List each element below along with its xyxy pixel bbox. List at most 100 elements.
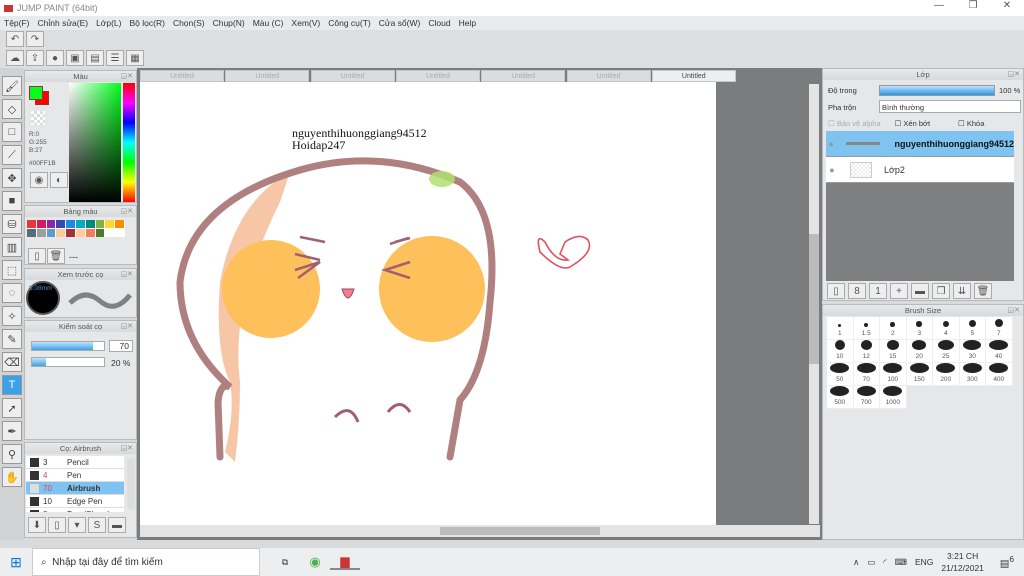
brush-size-option[interactable]: 50 [827, 363, 854, 386]
close-button[interactable]: ✕ [990, 0, 1024, 11]
blend-mode-select[interactable]: Bình thường [879, 100, 1021, 113]
color-swatch[interactable] [75, 220, 85, 228]
text-icon[interactable]: T [2, 375, 22, 395]
brush-size-option[interactable]: 400 [986, 363, 1013, 386]
windows-start-icon[interactable]: ⊞ [0, 554, 32, 571]
minimize-button[interactable]: — [922, 0, 956, 11]
brush-size-option[interactable]: 20 [906, 340, 933, 363]
brush-size-option[interactable]: 500 [827, 386, 854, 409]
color-swatch[interactable] [95, 220, 105, 228]
layer-row[interactable]: ● nguyenthihuonggiang94512 [826, 131, 1014, 157]
brush-size-option[interactable]: 70 [853, 363, 880, 386]
new-swatch-button[interactable]: ▯ [28, 248, 46, 264]
battery-icon[interactable]: ▭ [867, 557, 875, 568]
layer-row[interactable]: ● Lớp2 [826, 157, 1014, 183]
folder-icon[interactable]: ▬ [911, 283, 929, 299]
brush-item[interactable]: 70 Airbrush [26, 482, 124, 495]
menu-item[interactable]: Cửa sổ(W) [379, 18, 421, 28]
wifi-icon[interactable]: ◜ [883, 557, 886, 568]
brush-item[interactable]: 10 Edge Pen [26, 495, 124, 508]
palette-icon[interactable]: ◉ [30, 172, 48, 188]
brush-item[interactable]: 4 Pen [26, 469, 124, 482]
transparent-swatch[interactable] [31, 111, 45, 125]
jump-paint-taskbar-icon[interactable]: ▆ [330, 554, 360, 570]
brush-size-option[interactable]: 100 [880, 363, 907, 386]
keyboard-icon[interactable]: ⌨ [895, 557, 907, 568]
merge-layer-button[interactable]: ⇊ [953, 283, 971, 299]
brush-size-option[interactable]: 12 [853, 340, 880, 363]
task-view-icon[interactable]: ⧉ [270, 557, 300, 568]
color-swatch[interactable] [46, 220, 56, 228]
language-indicator[interactable]: ENG [915, 557, 933, 567]
brush-folder-icon[interactable]: ▬ [108, 517, 126, 533]
color-swatch[interactable] [75, 229, 85, 237]
color-swatch[interactable] [36, 220, 46, 228]
pen-icon[interactable]: ✒ [2, 421, 22, 441]
brush-size-option[interactable]: 1000 [880, 386, 907, 409]
app-icon-green[interactable]: ◉ [300, 554, 330, 570]
undo-icon[interactable]: ↶ [6, 31, 24, 47]
rect-select-icon[interactable]: ⬚ [2, 260, 22, 280]
brush-size-option[interactable]: 7 [986, 317, 1013, 340]
notifications-icon[interactable]: ▤6 [1000, 554, 1014, 569]
document-tab[interactable]: Untitled [310, 70, 395, 82]
grid-icon[interactable]: ▦ [126, 50, 144, 66]
panel-close-icon[interactable]: ◲✕ [1008, 69, 1020, 80]
panel-close-icon[interactable]: ◲✕ [121, 71, 133, 82]
color-swatch[interactable] [56, 220, 66, 228]
move-icon[interactable]: ✥ [2, 168, 22, 188]
menu-item[interactable]: Công cụ(T) [328, 18, 371, 28]
page-icon[interactable]: ▤ [86, 50, 104, 66]
hue-slider[interactable] [123, 83, 135, 202]
rectangle-icon[interactable]: □ [2, 122, 22, 142]
fill-rect-icon[interactable]: ■ [2, 191, 22, 211]
menu-item[interactable]: Chụp(N) [213, 18, 245, 28]
taskbar-search[interactable]: ⌕ Nhập tại đây để tìm kiếm [32, 548, 260, 576]
pointer-icon[interactable]: ➚ [2, 398, 22, 418]
menu-item[interactable]: Lớp(L) [96, 18, 121, 28]
panel-close-icon[interactable]: ◲✕ [121, 206, 133, 217]
brush-size-option[interactable]: 4 [933, 317, 960, 340]
eraser-icon[interactable]: ◇ [2, 99, 22, 119]
panel-close-icon[interactable]: ◲✕ [121, 443, 133, 454]
brush-size-option[interactable]: 10 [827, 340, 854, 363]
maximize-button[interactable]: ❐ [956, 0, 990, 11]
color-swatch[interactable] [105, 220, 115, 228]
horizontal-scrollbar[interactable] [140, 525, 820, 537]
brush-list-scrollbar[interactable] [127, 459, 135, 509]
delete-swatch-button[interactable]: 🗑 [47, 248, 65, 264]
brush-size-option[interactable]: 3 [906, 317, 933, 340]
brush-opacity-slider[interactable] [31, 357, 105, 367]
menu-item[interactable]: Chỉnh sửa(E) [38, 18, 89, 28]
delete-layer-button[interactable]: 🗑 [974, 283, 992, 299]
magic-wand-icon[interactable]: ✧ [2, 306, 22, 326]
brush-size-option[interactable]: 1.5 [853, 317, 880, 340]
vertical-scrollbar[interactable] [809, 84, 819, 524]
brush-size-option[interactable]: 1 [827, 317, 854, 340]
foreground-color-swatch[interactable] [29, 86, 43, 100]
clip-checkbox[interactable]: ☐ Xén bớt [895, 119, 930, 128]
panel-close-icon[interactable]: ◲✕ [121, 321, 133, 332]
document-tab[interactable]: Untitled [395, 70, 480, 82]
brush-size-option[interactable]: 300 [959, 363, 986, 386]
brush-size-option[interactable]: 200 [933, 363, 960, 386]
new-1bit-layer-button[interactable]: 1 [869, 283, 887, 299]
palette-edit-icon[interactable]: ◐ [50, 172, 68, 188]
brush-size-option[interactable]: 150 [906, 363, 933, 386]
menu-item[interactable]: Xem(V) [291, 18, 320, 28]
redo-icon[interactable]: ↷ [26, 31, 44, 47]
panel-close-icon[interactable]: ◲✕ [1008, 305, 1020, 316]
color-swatch[interactable] [46, 229, 56, 237]
menu-item[interactable]: Màu (C) [253, 18, 284, 28]
brush-size-option[interactable]: 2 [880, 317, 907, 340]
brush-size-option[interactable]: 5 [959, 317, 986, 340]
brush-size-option[interactable]: 700 [853, 386, 880, 409]
brush-size-option[interactable]: 15 [880, 340, 907, 363]
brush-size-slider[interactable] [31, 341, 105, 351]
color-swatch[interactable] [27, 220, 36, 228]
comment-icon[interactable]: ● [46, 50, 64, 66]
presentation-icon[interactable]: ▣ [66, 50, 84, 66]
brush-item[interactable]: 3 Pencil [26, 456, 124, 469]
color-swatch[interactable] [56, 229, 66, 237]
brush-icon[interactable]: 🖌 [2, 76, 22, 96]
